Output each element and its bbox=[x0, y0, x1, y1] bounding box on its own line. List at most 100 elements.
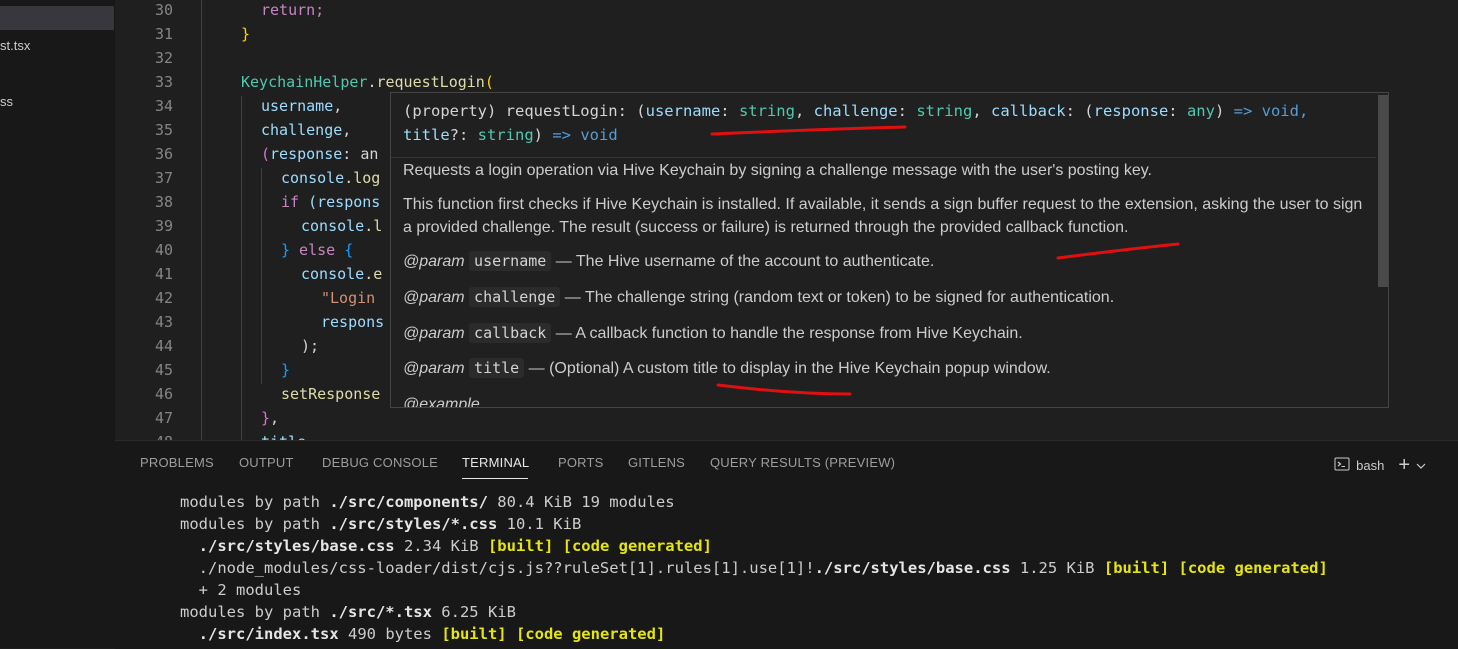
method-name[interactable]: requestLogin bbox=[376, 73, 484, 91]
term-text: ./node_modules/css-loader/dist/cjs.js??r… bbox=[180, 559, 815, 577]
line-number: 37 bbox=[154, 169, 173, 187]
line-number: 43 bbox=[154, 313, 173, 331]
doc-param-challenge: @param challenge — The challenge string … bbox=[403, 286, 1373, 309]
term-path: ./src/styles/base.css bbox=[814, 559, 1011, 577]
param-desc: — (Optional) A custom title to display i… bbox=[528, 360, 1051, 377]
param-desc: — The challenge string (random text or t… bbox=[564, 289, 1115, 306]
add-terminal-icon[interactable]: + bbox=[1398, 454, 1410, 477]
method-call: .e bbox=[364, 265, 383, 283]
indent-guide bbox=[241, 96, 242, 440]
terminal-shell-selector[interactable]: bash + bbox=[1334, 454, 1426, 477]
paren: ( bbox=[484, 73, 494, 91]
line-number: 48 bbox=[115, 430, 173, 440]
terminal-icon bbox=[1334, 456, 1350, 475]
brace: { bbox=[344, 241, 354, 259]
sig-type: string bbox=[477, 126, 534, 144]
line-number: 47 bbox=[154, 409, 173, 427]
param-name: title bbox=[469, 358, 525, 378]
code-line-30: return; bbox=[261, 0, 324, 22]
shell-name: bash bbox=[1356, 458, 1385, 473]
line-number: 33 bbox=[154, 73, 173, 91]
term-text: 80.4 KiB 19 modules bbox=[487, 493, 675, 511]
indent-guide bbox=[261, 168, 262, 384]
sig-param: title bbox=[403, 126, 450, 144]
brace: } bbox=[281, 361, 291, 379]
sig-punct: : ( bbox=[1065, 102, 1094, 120]
sig-param: challenge bbox=[813, 102, 898, 120]
code-line-42: "Login bbox=[321, 286, 384, 310]
code-line-37: console.log bbox=[281, 166, 380, 190]
sig-punct: ) bbox=[533, 126, 553, 144]
method-call: .log bbox=[344, 169, 381, 187]
tab-output[interactable]: OUTPUT bbox=[239, 455, 294, 470]
term-status: [built] [code generated] bbox=[487, 537, 712, 555]
doc-example-tag: @example bbox=[403, 396, 480, 408]
sig-punct: : bbox=[1168, 102, 1187, 120]
term-text bbox=[180, 625, 199, 643]
code-line-43: respons bbox=[321, 310, 384, 334]
code-line-34: username, bbox=[261, 94, 342, 118]
line-number: 38 bbox=[154, 193, 173, 211]
term-text: 10.1 KiB bbox=[497, 515, 582, 533]
line-number: 32 bbox=[154, 49, 173, 67]
terminal-line: ./src/styles/base.css 2.34 KiB [built] [… bbox=[180, 535, 712, 557]
doc-description: This function first checks if Hive Keych… bbox=[403, 196, 1363, 236]
line-number: 39 bbox=[154, 217, 173, 235]
tab-problems[interactable]: PROBLEMS bbox=[140, 455, 214, 470]
sig-arrow: => bbox=[552, 126, 572, 144]
term-text: 2.34 KiB bbox=[394, 537, 488, 555]
tooltip-divider bbox=[391, 157, 1376, 158]
tab-terminal[interactable]: TERMINAL bbox=[462, 455, 529, 470]
file-item[interactable]: st.tsx bbox=[0, 38, 30, 53]
param-name: username bbox=[469, 251, 552, 271]
term-text: 490 bytes bbox=[338, 625, 442, 643]
line-number: 40 bbox=[154, 241, 173, 259]
code-line-45: } bbox=[281, 358, 290, 382]
param-name: callback bbox=[469, 323, 552, 343]
argument: username bbox=[261, 97, 334, 115]
if-keyword: if bbox=[281, 193, 300, 211]
doc-param-title: @param title — (Optional) A custom title… bbox=[403, 357, 1373, 380]
line-number: 46 bbox=[154, 385, 173, 403]
terminal-line: modules by path ./src/*.tsx 6.25 KiB bbox=[180, 601, 516, 623]
code-line-44: ); bbox=[301, 334, 319, 358]
term-text: 6.25 KiB bbox=[431, 603, 516, 621]
argument: challenge bbox=[261, 121, 343, 139]
explorer-sidebar: st.tsx ss bbox=[0, 0, 116, 648]
hover-tooltip[interactable]: (property) requestLogin: ( username: stri… bbox=[390, 92, 1389, 408]
doc-param-callback: @param callback — A callback function to… bbox=[403, 322, 1373, 345]
tooltip-scrollbar[interactable] bbox=[1378, 95, 1388, 287]
type-annotation: : an bbox=[342, 145, 379, 163]
param: response bbox=[270, 145, 343, 163]
variable: respons bbox=[321, 313, 385, 331]
code-line-46: setResponse bbox=[281, 382, 380, 406]
sig-punct: , bbox=[794, 102, 814, 120]
terminal-line: ./node_modules/css-loader/dist/cjs.js??r… bbox=[180, 557, 1328, 579]
sig-param: response bbox=[1093, 102, 1169, 120]
sig-arrow: => bbox=[1233, 102, 1253, 120]
signature: (property) requestLogin: (username: stri… bbox=[403, 99, 1378, 147]
sig-prefix: (property) requestLogin: ( bbox=[403, 102, 646, 120]
line-number: 44 bbox=[154, 337, 173, 355]
brace: } bbox=[281, 241, 291, 259]
selected-file-row[interactable] bbox=[0, 6, 114, 30]
chevron-down-icon[interactable] bbox=[1416, 458, 1426, 473]
comma: , bbox=[342, 121, 352, 139]
code-line-31: } bbox=[241, 22, 250, 46]
tab-debug-console[interactable]: DEBUG CONSOLE bbox=[322, 455, 438, 470]
brace: } bbox=[261, 409, 271, 427]
code-line-33: KeychainHelper.requestLogin( bbox=[241, 70, 494, 94]
function-call: setResponse bbox=[281, 385, 381, 403]
code-line-39: console.l bbox=[301, 214, 382, 238]
line-number: 34 bbox=[154, 97, 173, 115]
tab-ports[interactable]: PORTS bbox=[558, 455, 604, 470]
sig-type: any bbox=[1186, 102, 1215, 120]
tab-gitlens[interactable]: GITLENS bbox=[628, 455, 685, 470]
bottom-panel: PROBLEMS OUTPUT DEBUG CONSOLE TERMINAL P… bbox=[115, 440, 1458, 649]
file-item[interactable]: ss bbox=[0, 94, 13, 109]
term-text: modules by path bbox=[180, 603, 330, 621]
term-text: modules by path bbox=[180, 493, 330, 511]
tab-query-results[interactable]: QUERY RESULTS (PREVIEW) bbox=[710, 455, 895, 470]
code-line-47: }, bbox=[261, 406, 279, 430]
return-keyword: return; bbox=[261, 1, 325, 19]
